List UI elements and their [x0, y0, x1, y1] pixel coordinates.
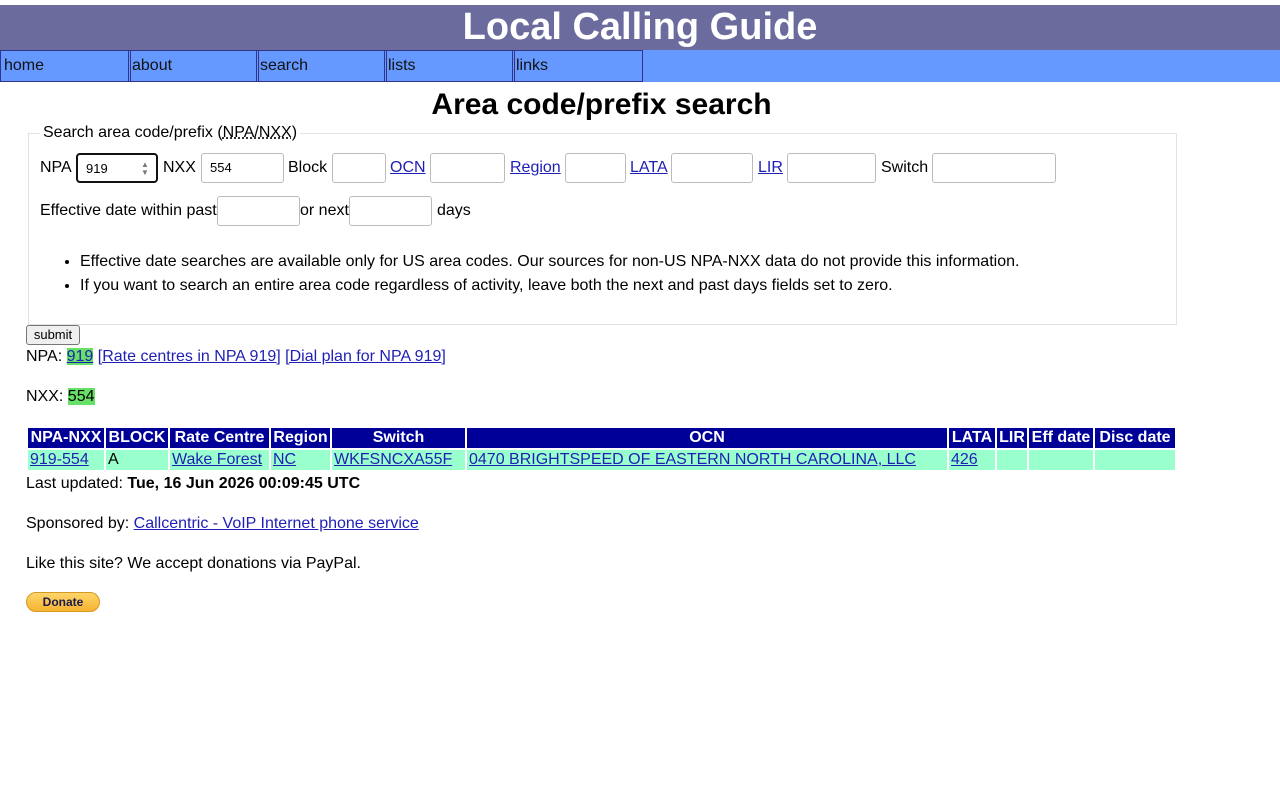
- rate-centre-link[interactable]: Wake Forest: [172, 451, 262, 468]
- page-title: Area code/prefix search: [431, 88, 772, 121]
- npa-value-link[interactable]: 919: [66, 348, 94, 365]
- switch-link[interactable]: WKFSNCXA55F: [334, 451, 452, 468]
- nxx-result-label: NXX:: [26, 388, 64, 405]
- cell-region: NC: [271, 450, 330, 470]
- npa-input-value: 919: [86, 161, 108, 176]
- nav-item-links[interactable]: links: [512, 50, 643, 82]
- col-lir: LIR: [997, 428, 1027, 448]
- dial-plan-link[interactable]: [Dial plan for NPA 919]: [285, 348, 446, 365]
- results-table: NPA-NXX BLOCK Rate Centre Region Switch …: [26, 426, 1177, 472]
- nxx-label: NXX: [163, 159, 196, 176]
- cell-disc-date: [1095, 450, 1175, 470]
- lir-input[interactable]: [787, 153, 876, 183]
- ocn-input[interactable]: [430, 153, 505, 183]
- sponsor-label: Sponsored by:: [26, 515, 130, 532]
- sponsor-line: Sponsored by: Callcentric - VoIP Interne…: [26, 514, 419, 534]
- lir-link[interactable]: LIR: [758, 158, 783, 178]
- or-next-label: or next: [300, 202, 349, 219]
- past-days-input[interactable]: [217, 196, 300, 226]
- paypal-donate-button[interactable]: Donate: [26, 592, 100, 612]
- region-input[interactable]: [565, 153, 626, 183]
- region-value-link[interactable]: NC: [273, 451, 296, 468]
- block-label: Block: [288, 159, 328, 176]
- switch-label: Switch: [881, 159, 929, 176]
- lata-input[interactable]: [671, 153, 753, 183]
- npa-result-line: NPA: 919 [Rate centres in NPA 919] [Dial…: [26, 347, 446, 367]
- legend-prefix: Search area code/prefix (: [43, 124, 223, 141]
- list-item: Effective date searches are available on…: [80, 250, 1019, 274]
- switch-input[interactable]: [932, 153, 1056, 183]
- npa-result-label: NPA:: [26, 348, 63, 365]
- nxx-result-line: NXX: 554: [26, 387, 95, 407]
- next-days-input[interactable]: [349, 196, 432, 226]
- nav-item-lists[interactable]: lists: [384, 50, 515, 82]
- col-ocn: OCN: [467, 428, 947, 448]
- eff-date-label: Effective date within past: [40, 202, 217, 219]
- nxx-value: 554: [67, 388, 95, 405]
- col-region: Region: [271, 428, 330, 448]
- last-updated-label: Last updated:: [26, 475, 123, 492]
- cell-block: A: [106, 450, 168, 470]
- col-block: BLOCK: [106, 428, 168, 448]
- col-switch: Switch: [332, 428, 465, 448]
- fieldset-legend: Search area code/prefix (NPA/NXX): [40, 123, 301, 143]
- table-header-row: NPA-NXX BLOCK Rate Centre Region Switch …: [28, 428, 1175, 448]
- cell-npa-nxx: 919-554: [28, 450, 104, 470]
- submit-button[interactable]: submit: [26, 325, 80, 345]
- npa-input[interactable]: 919 ▲ ▼: [76, 153, 158, 183]
- sponsor-link[interactable]: Callcentric - VoIP Internet phone servic…: [134, 515, 419, 532]
- col-npa-nxx: NPA-NXX: [28, 428, 104, 448]
- last-updated-line: Last updated: Tue, 16 Jun 2026 00:09:45 …: [26, 474, 360, 494]
- notes-list: Effective date searches are available on…: [62, 250, 1019, 298]
- legend-suffix: ): [291, 124, 298, 141]
- ocn-value-link[interactable]: 0470 BRIGHTSPEED OF EASTERN NORTH CAROLI…: [469, 451, 916, 468]
- list-item: If you want to search an entire area cod…: [80, 274, 1019, 298]
- spinner-icon[interactable]: ▲ ▼: [140, 161, 150, 177]
- days-label: days: [437, 202, 471, 219]
- main-nav: home about search lists links: [0, 50, 1280, 82]
- nxx-input[interactable]: 554: [201, 153, 284, 183]
- donate-text: Like this site? We accept donations via …: [26, 555, 361, 572]
- col-rate-centre: Rate Centre: [170, 428, 269, 448]
- legend-abbr: NPA/NXX: [222, 124, 292, 141]
- cell-lir: [997, 450, 1027, 470]
- lata-value-link[interactable]: 426: [951, 451, 978, 468]
- nav-item-about[interactable]: about: [128, 50, 259, 82]
- rate-centres-link[interactable]: [Rate centres in NPA 919]: [98, 348, 281, 365]
- nxx-input-value: 554: [210, 160, 232, 175]
- nav-item-home[interactable]: home: [0, 50, 131, 82]
- site-title: Local Calling Guide: [0, 5, 1280, 50]
- ocn-link[interactable]: OCN: [390, 158, 426, 178]
- region-link[interactable]: Region: [510, 158, 561, 178]
- npa-nxx-link[interactable]: 919-554: [30, 451, 89, 468]
- block-input[interactable]: [332, 153, 386, 183]
- cell-switch: WKFSNCXA55F: [332, 450, 465, 470]
- last-updated-value: Tue, 16 Jun 2026 00:09:45 UTC: [127, 475, 361, 492]
- col-eff-date: Eff date: [1029, 428, 1093, 448]
- lata-link[interactable]: LATA: [630, 158, 668, 178]
- cell-ocn: 0470 BRIGHTSPEED OF EASTERN NORTH CAROLI…: [467, 450, 947, 470]
- nav-item-search[interactable]: search: [256, 50, 387, 82]
- col-lata: LATA: [949, 428, 995, 448]
- col-disc-date: Disc date: [1095, 428, 1175, 448]
- cell-rate-centre: Wake Forest: [170, 450, 269, 470]
- npa-label: NPA: [40, 159, 72, 176]
- cell-eff-date: [1029, 450, 1093, 470]
- table-row: 919-554 A Wake Forest NC WKFSNCXA55F 047…: [28, 450, 1175, 470]
- cell-lata: 426: [949, 450, 995, 470]
